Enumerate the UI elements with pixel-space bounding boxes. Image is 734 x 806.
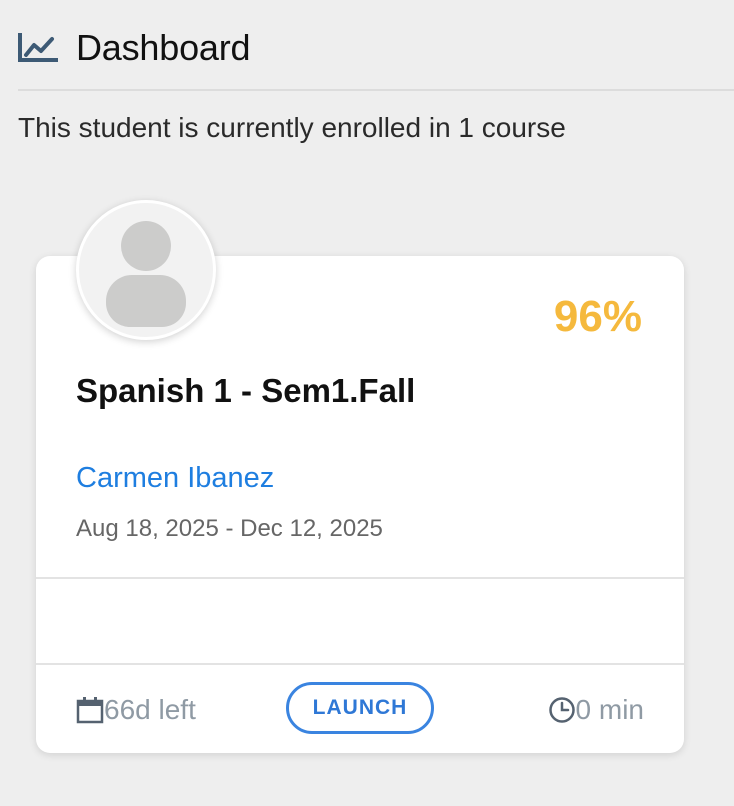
launch-button[interactable]: LAUNCH xyxy=(286,682,434,734)
days-left-text: 66d left xyxy=(104,694,196,725)
page-header: Dashboard xyxy=(18,24,251,72)
course-title: Spanish 1 - Sem1.Fall xyxy=(76,372,416,409)
card-divider xyxy=(36,577,684,579)
teacher-link[interactable]: Carmen Ibanez xyxy=(76,462,274,495)
enrollment-summary: This student is currently enrolled in 1 … xyxy=(18,112,566,143)
header-divider xyxy=(18,89,734,91)
course-grade: 96% xyxy=(553,292,642,341)
calendar-icon xyxy=(76,696,104,724)
clock-icon xyxy=(548,696,576,724)
user-avatar-icon xyxy=(76,200,216,340)
time-spent: 0 min xyxy=(548,694,644,726)
line-chart-icon xyxy=(18,33,58,63)
course-dates: Aug 18, 2025 - Dec 12, 2025 xyxy=(76,515,383,542)
days-left: 66d left xyxy=(76,694,196,726)
time-spent-text: 0 min xyxy=(575,694,644,725)
page-title: Dashboard xyxy=(76,27,251,68)
card-footer: 66d left LAUNCH 0 min xyxy=(36,665,684,753)
